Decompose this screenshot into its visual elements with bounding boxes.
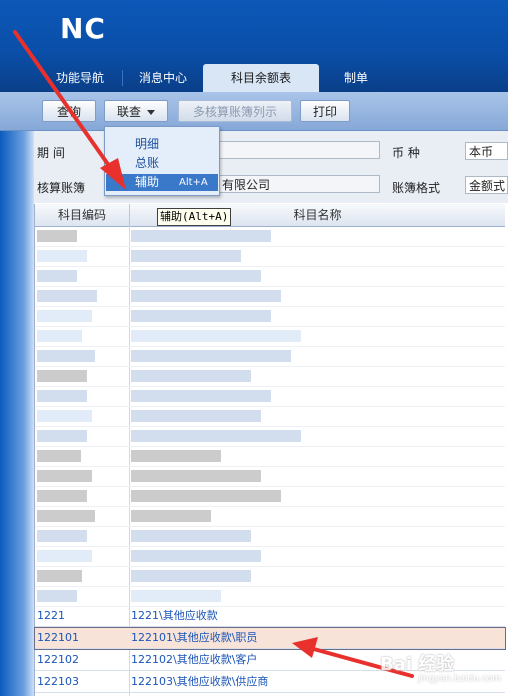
- menu-item-detail[interactable]: 明细: [106, 136, 218, 153]
- tooltip: 辅助(Alt+A): [157, 208, 232, 226]
- book-field[interactable]: 有限公司: [218, 175, 380, 193]
- table-row[interactable]: 1221 1221\其他应收款: [35, 606, 505, 627]
- format-label: 账簿格式: [392, 181, 441, 195]
- menu-item-auxiliary[interactable]: 辅助 Alt+A: [106, 174, 218, 191]
- row-code: 122103: [37, 675, 79, 688]
- period-label: 期 间: [37, 146, 65, 160]
- linked-query-label: 联查: [116, 105, 141, 119]
- currency-select[interactable]: 本币: [465, 142, 508, 160]
- book-label: 核算账簿: [37, 181, 86, 195]
- main-tabs: 功能导航 消息中心 科目余额表 制单: [0, 60, 508, 92]
- table-header: 科目编码 科目名称: [35, 204, 505, 227]
- col-code-header[interactable]: 科目编码: [35, 204, 130, 226]
- app-header: NC 功能导航 消息中心 科目余额表 制单: [0, 0, 508, 92]
- currency-label: 币 种: [392, 146, 420, 160]
- tab-separator: [122, 70, 123, 86]
- print-button[interactable]: 打印: [300, 100, 350, 122]
- account-table: 科目编码 科目名称 1221 1221\其他应收款 122101 122101\…: [34, 204, 506, 696]
- row-name: 1221\其他应收款: [131, 609, 218, 622]
- table-row-selected[interactable]: 122101 122101\其他应收款\职员: [34, 627, 506, 650]
- tab-function-nav[interactable]: 功能导航: [40, 64, 120, 92]
- row-name: 122103\其他应收款\供应商: [131, 675, 269, 688]
- query-button[interactable]: 查询: [42, 100, 96, 122]
- row-code: 1221: [37, 609, 65, 622]
- linked-query-button[interactable]: 联查: [104, 100, 168, 122]
- shortcut-hint: Alt+A: [179, 177, 208, 188]
- row-code: 122102: [37, 653, 79, 666]
- left-edge-panel: [0, 131, 34, 696]
- watermark-url: jingyan.baidu.com: [418, 674, 502, 684]
- format-select[interactable]: 金额式: [465, 176, 508, 194]
- toolbar: 查询 联查 多核算账簿列示 打印: [0, 92, 508, 131]
- row-name: 122101\其他应收款\职员: [131, 631, 258, 644]
- tab-message-center[interactable]: 消息中心: [124, 64, 202, 92]
- chevron-down-icon: [147, 110, 155, 115]
- linked-query-menu: 明细 总账 辅助 Alt+A: [104, 126, 220, 196]
- menu-item-general-ledger[interactable]: 总账: [106, 155, 218, 172]
- tab-account-balance[interactable]: 科目余额表: [203, 64, 319, 92]
- watermark: Bai 经验: [380, 654, 455, 675]
- blurred-rows: [35, 226, 505, 611]
- row-name: 122102\其他应收款\客户: [131, 653, 258, 666]
- multi-book-button[interactable]: 多核算账簿列示: [178, 100, 292, 122]
- tab-voucher[interactable]: 制单: [326, 64, 386, 92]
- row-code: 122101: [37, 631, 79, 644]
- period-field[interactable]: [218, 141, 380, 159]
- nc-logo: NC: [60, 12, 106, 45]
